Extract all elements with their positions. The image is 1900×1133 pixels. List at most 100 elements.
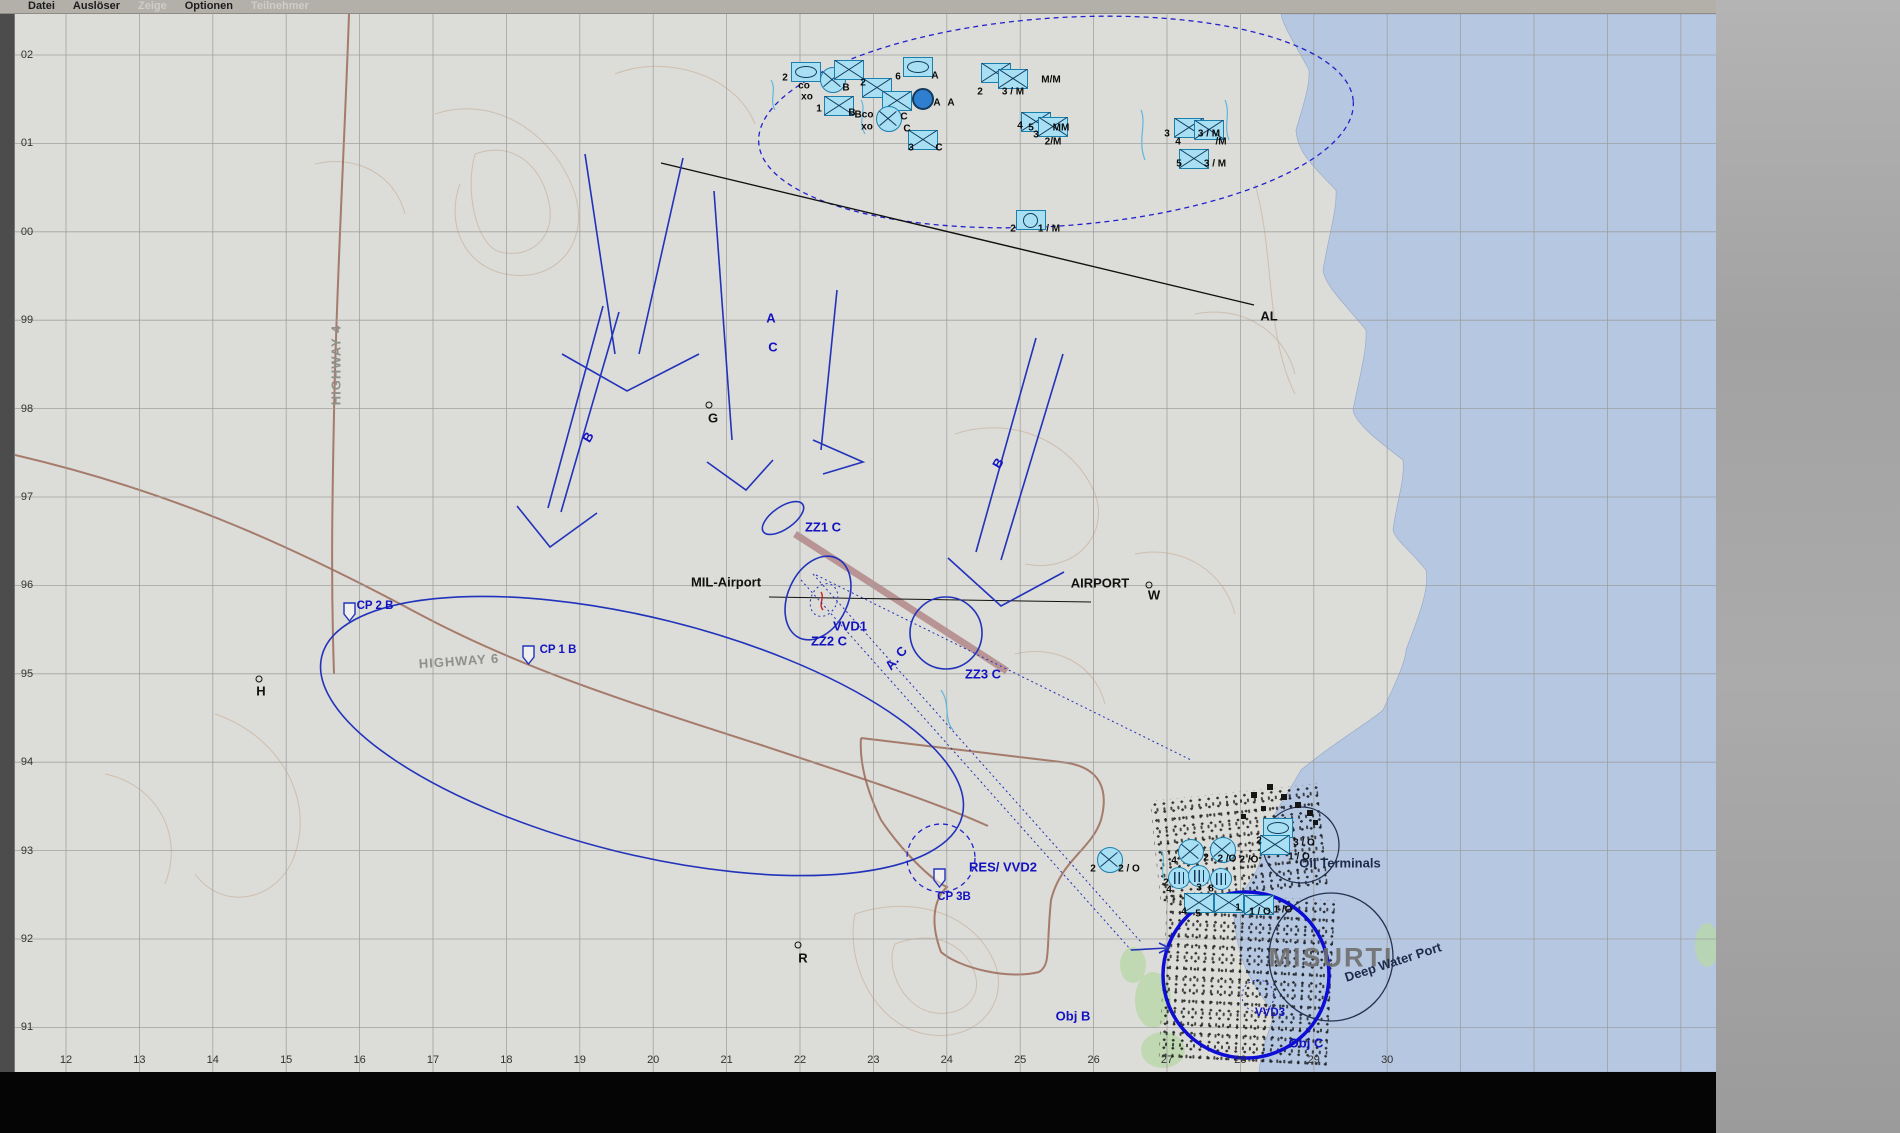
x-axis-label: 25 xyxy=(1014,1054,1027,1066)
y-axis-label: 99 xyxy=(20,314,34,327)
map-label: W xyxy=(1147,587,1161,603)
map-unit-symbol[interactable] xyxy=(1097,847,1123,873)
map-unit-symbol[interactable] xyxy=(791,62,821,82)
map-label: R xyxy=(798,950,808,966)
map-unit-symbol[interactable] xyxy=(1214,893,1244,913)
map-unit-symbol[interactable] xyxy=(876,106,902,132)
map-label: VVD1 xyxy=(833,618,867,634)
app-window: Datei Auslöser Zeige Optionen Teilnehmer 12 1… xyxy=(0,0,1900,1133)
map-label: 1 xyxy=(816,103,822,115)
urban-blocks xyxy=(1158,891,1336,1069)
map-label: CP 3B xyxy=(937,891,971,903)
map-unit-symbol[interactable] xyxy=(912,88,934,110)
x-axis-label: 12 xyxy=(59,1054,73,1066)
map-left-edge xyxy=(0,14,14,1072)
map-unit-symbol[interactable] xyxy=(1179,149,1209,169)
map-unit-symbol[interactable] xyxy=(1188,865,1210,887)
y-axis-label: 92 xyxy=(20,933,34,945)
x-axis-label: 21 xyxy=(720,1054,733,1066)
x-axis-label: 23 xyxy=(867,1054,880,1066)
map-label: M/M xyxy=(1041,74,1061,86)
menu-item-teilnehmer: Teilnehmer xyxy=(251,0,309,12)
control-sidebar: Start Ende Kartentyp GeländeSichtMeldung… xyxy=(1716,0,1900,1133)
map-label: ZZ3 C xyxy=(964,666,1002,682)
map-unit-symbol[interactable] xyxy=(834,60,864,80)
map-label: RES/ VVD2 xyxy=(969,859,1037,875)
map-label: A xyxy=(933,97,941,109)
map-overlay-layer xyxy=(319,15,1394,1060)
map-label: CP 1 B xyxy=(539,644,577,656)
map-label: AIRPORT xyxy=(1070,575,1130,591)
map-label: C xyxy=(768,339,778,355)
map-canvas[interactable]: 12 13 14 15 16 17 18 19 20 21 22 23 24 25 26 27 28 29 30 02… xyxy=(14,14,1717,1072)
map-unit-symbol[interactable] xyxy=(824,96,854,116)
map-label: 2 xyxy=(1090,863,1096,875)
waypoint-marker[interactable] xyxy=(255,675,263,683)
menu-bar: Datei Auslöser Zeige Optionen Teilnehmer xyxy=(0,0,1716,14)
map-label: H xyxy=(256,683,266,699)
y-axis-label: 91 xyxy=(20,1021,34,1034)
map-label: 6 xyxy=(895,71,901,83)
map-label: 2/M xyxy=(1044,136,1062,148)
map-unit-symbol[interactable] xyxy=(1178,839,1204,865)
x-axis-label: 16 xyxy=(353,1054,366,1066)
map-unit-symbol[interactable] xyxy=(903,57,933,77)
map-label: xo xyxy=(801,91,813,103)
map-unit-symbol[interactable] xyxy=(1260,835,1290,855)
map-unit-symbol[interactable] xyxy=(1168,867,1190,889)
map-unit-symbol[interactable] xyxy=(1016,210,1046,230)
y-axis-label: 95 xyxy=(20,667,34,680)
map-unit-symbol[interactable] xyxy=(1210,837,1236,863)
menu-item-zeige: Zeige xyxy=(137,0,167,12)
map-label: B xyxy=(989,455,1007,471)
waypoint-marker[interactable] xyxy=(794,941,802,949)
map-unit-symbol[interactable] xyxy=(998,69,1028,89)
map-label: 3 xyxy=(1164,128,1170,140)
map-label: co xyxy=(798,80,810,92)
x-axis-label: 20 xyxy=(647,1054,660,1066)
map-label: 2 xyxy=(977,86,983,98)
map-label: CP 2 B xyxy=(356,600,394,612)
map-label: A xyxy=(947,97,955,109)
map-label: ZZ2 C xyxy=(810,633,848,649)
x-axis-label: 17 xyxy=(426,1054,440,1066)
waypoint-marker[interactable] xyxy=(705,401,713,409)
map-label: HIGHWAY 6 xyxy=(418,650,500,672)
map-label: xo xyxy=(861,121,873,133)
menu-item-datei[interactable]: Datei xyxy=(28,0,55,13)
x-axis-label: 13 xyxy=(133,1054,146,1066)
map-label: 4 xyxy=(1175,136,1181,148)
x-axis-label: 19 xyxy=(573,1054,586,1066)
map-unit-symbol[interactable] xyxy=(1194,120,1224,140)
map-unit-symbol[interactable] xyxy=(908,130,938,150)
y-axis-label: 98 xyxy=(20,402,34,415)
map-label: Deep Water Port xyxy=(1342,939,1444,985)
map-unit-symbol[interactable] xyxy=(1038,117,1068,137)
map-label: ZZ1 C xyxy=(804,519,842,535)
menu-item-auslöser[interactable]: Auslöser xyxy=(73,0,120,13)
x-axis-label: 24 xyxy=(940,1054,953,1066)
y-axis-label: 93 xyxy=(20,844,34,857)
y-axis-label: 01 xyxy=(20,137,34,150)
waypoint-marker[interactable] xyxy=(1145,581,1153,589)
x-axis-label: 18 xyxy=(500,1054,513,1066)
map-unit-symbol[interactable] xyxy=(1184,893,1214,913)
map-label: MIL-Airport xyxy=(690,574,762,590)
map-label: B xyxy=(579,429,597,445)
x-axis-label: 30 xyxy=(1381,1054,1394,1066)
map-unit-symbol[interactable] xyxy=(1244,895,1274,915)
menu-item-optionen[interactable]: Optionen xyxy=(185,0,233,13)
x-axis-label: 22 xyxy=(793,1054,807,1066)
map-unit-symbol[interactable] xyxy=(1210,868,1232,890)
map-label: A xyxy=(766,310,776,326)
y-axis-label: 02 xyxy=(20,49,34,61)
bottom-black-bar xyxy=(0,1072,1716,1133)
y-axis-label: 97 xyxy=(20,491,34,503)
map-label: A. C xyxy=(881,643,911,673)
x-axis-label: 15 xyxy=(280,1054,293,1066)
map-label: Bco xyxy=(854,109,874,121)
x-axis-label: 14 xyxy=(206,1054,219,1066)
y-axis-label: 94 xyxy=(20,756,34,769)
map-label: Obj B xyxy=(1055,1008,1091,1024)
y-axis-label: 96 xyxy=(20,579,34,592)
